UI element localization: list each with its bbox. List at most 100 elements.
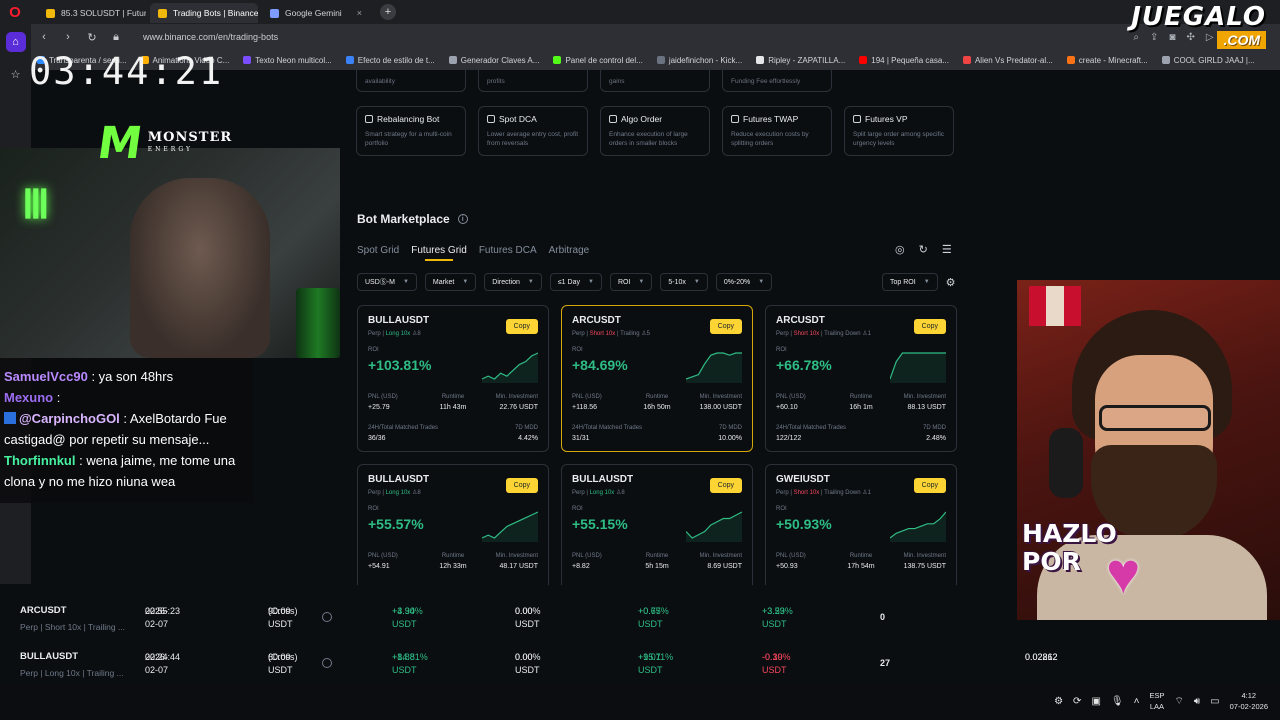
bot-mode: Trailing Down — [824, 490, 861, 496]
bot-card[interactable]: BULLAUSDT Perp | Long 10x ♙8 Copy ROI +55.15… — [561, 464, 753, 585]
bot-type-card-partial[interactable]: profits — [478, 70, 588, 92]
bot-type-title: Futures TWAP — [731, 114, 823, 124]
opera-logo-icon[interactable]: O — [0, 0, 30, 24]
bookmark-item[interactable]: Generador Claves A... — [448, 56, 539, 65]
filter-dropdown[interactable]: ≤1 Day ▼ — [549, 273, 602, 291]
filter-dropdown[interactable]: Direction ▼ — [484, 273, 542, 291]
chevron-down-icon: ▼ — [758, 279, 765, 285]
marketplace-tools: ◎ ↻ ☰ — [895, 243, 952, 256]
list-view-icon[interactable]: ☰ — [942, 243, 952, 256]
tab-futures-dca[interactable]: Futures DCA — [479, 245, 537, 256]
filter-dropdown[interactable]: 0%-20% ▼ — [715, 273, 773, 291]
chat-username[interactable]: Thorfinnkul — [4, 453, 76, 468]
new-tab-button[interactable]: + — [380, 4, 396, 20]
runtime-value: 5h 15m — [645, 563, 669, 570]
bot-card[interactable]: GWEIUSDT Perp | Short 10x | Trailing Down… — [765, 464, 957, 585]
reload-icon[interactable]: ↻ — [85, 31, 99, 44]
filter-dropdown[interactable]: ROI ▼ — [609, 273, 653, 291]
folder-icon[interactable]: ▣ — [1091, 696, 1100, 707]
bot-type-card[interactable]: Algo Order Enhance execution of large ord… — [600, 106, 710, 156]
chevron-up-icon[interactable]: ˄ — [1134, 696, 1140, 707]
copy-button[interactable]: Copy — [505, 478, 538, 493]
mic-icon[interactable]: 🎙︎ — [1111, 696, 1124, 707]
copy-button[interactable]: Copy — [505, 319, 538, 334]
bot-type-card-partial[interactable]: gains — [600, 70, 710, 92]
juegalo-logo-domain: .COM — [1217, 31, 1266, 49]
url-input[interactable]: www.binance.com/en/trading-bots — [143, 32, 278, 42]
forward-icon[interactable]: › — [61, 31, 75, 43]
chat-message: Thorfinnkul : wena jaime, me tome una cl… — [4, 450, 249, 492]
matched-trades-label: 24H/Total Matched Trades — [572, 425, 643, 431]
tab-spot-grid[interactable]: Spot Grid — [357, 245, 399, 256]
bot-type-row-top: availability profits gains Funding Fee effo… — [356, 70, 832, 92]
steam-icon[interactable]: ⚙ — [1054, 696, 1063, 707]
tab-futures-grid[interactable]: Futures Grid — [411, 245, 467, 261]
bookmark-item[interactable]: Ripley - ZAPATILLA... — [756, 56, 845, 65]
bookmark-item[interactable]: create - Minecraft... — [1066, 56, 1148, 65]
copy-button[interactable]: Copy — [913, 319, 946, 334]
browser-tab[interactable]: Google Gemini × — [262, 3, 370, 23]
min-investment-label: Min. Investment — [699, 394, 743, 400]
bot-type-card-partial[interactable]: Funding Fee effortlessly — [722, 70, 832, 92]
input-language[interactable]: ESP LAA — [1149, 690, 1164, 712]
bot-type-card[interactable]: Rebalancing Bot Smart strategy for a mult… — [356, 106, 466, 156]
metric-labels: PNL (USD) Runtime Min. Investment — [776, 394, 946, 400]
filter-dropdown[interactable]: Market ▼ — [424, 273, 477, 291]
volume-icon[interactable]: 🔊︎ — [1194, 696, 1200, 707]
marketplace-tabs: Spot Grid Futures Grid Futures DCA Arbitrag… — [357, 245, 590, 261]
browser-tab[interactable]: 85.3 SOLUSDT | Futures D× — [38, 3, 146, 23]
bot-type-name: Futures TWAP — [743, 114, 799, 124]
bookmark-item[interactable]: COOL GIRLD JAAJ |... — [1161, 56, 1255, 65]
sync-icon[interactable]: ⟳ — [1073, 696, 1081, 707]
back-icon[interactable]: ‹ — [37, 31, 51, 43]
bot-card[interactable]: BULLAUSDT Perp | Long 10x ♙8 Copy ROI +103.8… — [357, 305, 549, 452]
bot-card[interactable]: ARCUSDT Perp | Short 10x | Trailing ♙5 Cop… — [561, 305, 753, 452]
refresh-icon[interactable]: ↻ — [919, 243, 928, 256]
bot-card[interactable]: ARCUSDT Perp | Short 10x | Trailing Down … — [765, 305, 957, 452]
trend-pnl-percent: -0.30% — [762, 652, 791, 662]
position-row[interactable]: BULLAUSDT Perp | Long 10x | Trailing ... 2… — [0, 647, 1070, 687]
chat-username[interactable]: SamuelVcc90 — [4, 369, 88, 384]
bookmark-item[interactable]: Alien Vs Predator-al... — [962, 56, 1053, 65]
bot-type-card-partial[interactable]: availability — [356, 70, 466, 92]
close-icon[interactable]: × — [357, 8, 362, 18]
chat-username[interactable]: Mexuno — [4, 390, 53, 405]
wifi-icon[interactable]: ⌔ — [1174, 695, 1183, 708]
copy-button[interactable]: Copy — [709, 319, 742, 334]
por-text: POR — [1022, 547, 1081, 576]
bot-type-card[interactable]: Futures VP Split large order among specif… — [844, 106, 954, 156]
lock-icon[interactable]: 🔒︎ — [109, 31, 123, 44]
matched-trades-value: 31/31 — [572, 435, 590, 442]
target-icon[interactable]: ◎ — [895, 243, 905, 256]
info-icon[interactable]: i — [457, 214, 468, 224]
bot-card[interactable]: BULLAUSDT Perp | Long 10x ♙8 Copy ROI +55.57… — [357, 464, 549, 585]
bot-direction: Short 10x — [793, 331, 820, 337]
home-icon[interactable]: ⌂ — [5, 32, 26, 52]
target-icon[interactable] — [322, 658, 332, 668]
pin-icon[interactable]: ☆ — [6, 64, 26, 84]
mdd-value: 2.48% — [926, 435, 946, 442]
metric-labels: PNL (USD) Runtime Min. Investment — [776, 553, 946, 559]
bookmark-item[interactable]: Texto Neon multicol... — [243, 56, 332, 65]
filter-settings-icon[interactable]: ⚙ — [946, 276, 956, 289]
filter-dropdown[interactable]: USDⓈ-M ▼ — [357, 273, 417, 291]
bookmark-item[interactable]: Panel de control del... — [553, 56, 643, 65]
copy-button[interactable]: Copy — [913, 478, 946, 493]
sort-dropdown[interactable]: Top ROI ▼ — [882, 273, 938, 291]
bookmark-item[interactable]: jaidefinichon - Kick... — [656, 56, 742, 65]
bookmark-item[interactable]: 194 | Pequeña casa... — [859, 56, 949, 65]
clock[interactable]: 4:12 07-02-2026 — [1230, 690, 1268, 712]
battery-icon[interactable]: ▭ — [1210, 696, 1219, 707]
target-icon[interactable] — [322, 612, 332, 622]
browser-tab[interactable]: Trading Bots | Binance× — [150, 3, 258, 23]
chat-username[interactable]: @CarpinchoGOl — [19, 411, 120, 426]
bot-type-card[interactable]: Spot DCA Lower average entry cost, profit… — [478, 106, 588, 156]
position-row[interactable]: ARCUSDT Perp | Short 10x | Trailing ... 20… — [0, 601, 1070, 641]
filter-dropdown[interactable]: 5-10x ▼ — [660, 273, 708, 291]
bookmark-item[interactable]: Efecto de estilo de t... — [345, 56, 435, 65]
bookmark-favicon-icon — [859, 56, 868, 64]
copy-button[interactable]: Copy — [709, 478, 742, 493]
min-investment-value: 48.17 USDT — [499, 563, 539, 570]
tab-arbitrage[interactable]: Arbitrage — [549, 245, 590, 256]
bot-type-card[interactable]: Futures TWAP Reduce execution costs by sp… — [722, 106, 832, 156]
